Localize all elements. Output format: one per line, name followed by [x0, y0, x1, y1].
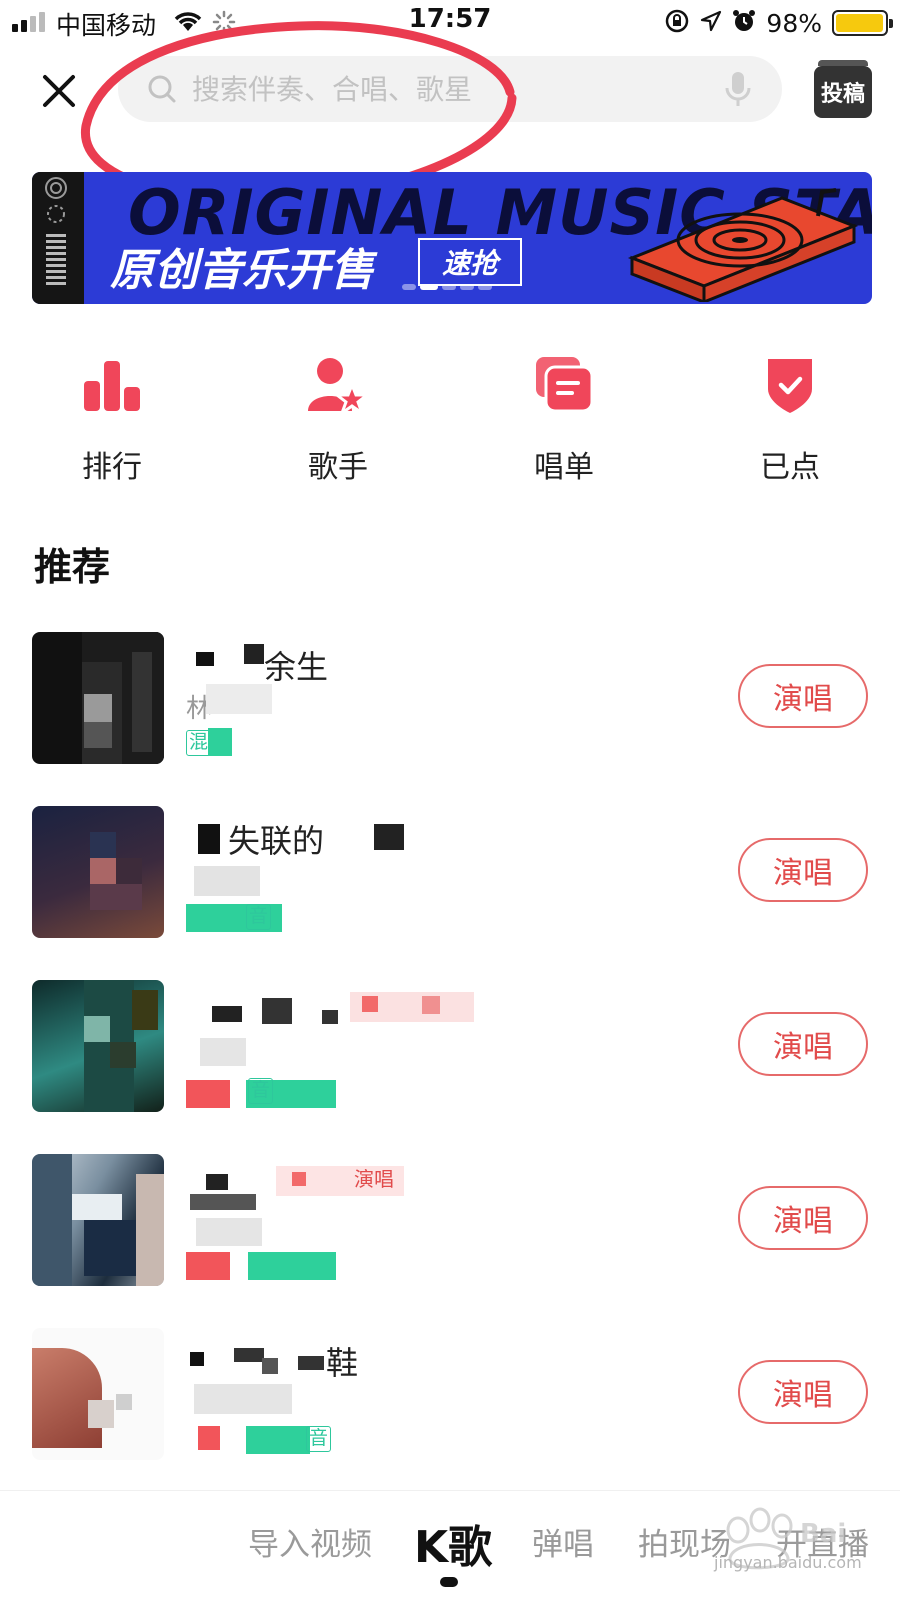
alarm-icon: [732, 9, 756, 37]
album-cover: [32, 806, 164, 938]
promo-banner[interactable]: ORIGINAL MUSIC STAR 原创音乐开售 速抢: [32, 172, 872, 304]
album-cover: [32, 1328, 164, 1460]
submit-button[interactable]: 投稿: [814, 60, 872, 118]
sing-button[interactable]: 演唱: [738, 1186, 868, 1250]
song-row[interactable]: 失联的 音 演唱: [0, 806, 900, 942]
search-icon: [146, 73, 178, 109]
song-badge: 演唱: [354, 1167, 394, 1191]
close-icon: [43, 75, 75, 107]
location-icon: [700, 10, 722, 36]
playlist-icon: [536, 357, 594, 413]
nav-item-ordered[interactable]: 已点: [710, 350, 870, 486]
svg-text:Bai: Bai: [800, 1519, 846, 1549]
song-row[interactable]: 鞋 音 演唱: [0, 1328, 900, 1464]
banner-dot[interactable]: [402, 284, 416, 290]
song-title: 失联的: [228, 822, 325, 860]
close-button[interactable]: [34, 66, 84, 116]
sing-button[interactable]: 演唱: [738, 664, 868, 728]
sing-button[interactable]: 演唱: [738, 1360, 868, 1424]
nav-item-singer[interactable]: 歌手: [258, 350, 418, 486]
song-badge: 音: [248, 1078, 274, 1104]
banner-tag: 速抢: [418, 238, 522, 286]
orientation-lock-icon: [664, 8, 690, 38]
album-cover: [32, 1154, 164, 1286]
song-title: 鞋: [326, 1344, 359, 1382]
quick-nav: 排行 歌手 唱单 已点: [0, 350, 900, 490]
banner-dot[interactable]: [442, 284, 456, 290]
nav-label: 排行: [82, 450, 142, 485]
search-input[interactable]: [192, 64, 672, 114]
album-cover: [32, 632, 164, 764]
singer-star-icon: [308, 358, 370, 415]
active-tab-indicator: [440, 1577, 458, 1587]
battery-icon: [832, 10, 893, 36]
battery-level-fill: [836, 14, 884, 32]
nav-label: 已点: [760, 450, 820, 485]
battery-percent: 98%: [766, 8, 822, 38]
section-title: 推荐: [34, 545, 111, 589]
sing-button[interactable]: 演唱: [738, 838, 868, 902]
song-row[interactable]: 演唱 演唱: [0, 1154, 900, 1290]
banner-dot[interactable]: [420, 284, 438, 290]
nav-label: 唱单: [534, 450, 594, 485]
banner-dot[interactable]: [478, 284, 492, 290]
nav-item-ranking[interactable]: 排行: [32, 350, 192, 486]
album-cover: [32, 980, 164, 1112]
checked-shield-icon: [768, 359, 812, 413]
turntable-graphic: [622, 182, 862, 304]
sing-button[interactable]: 演唱: [738, 1012, 868, 1076]
nav-label: 歌手: [308, 450, 368, 485]
tab-k-song[interactable]: K歌: [414, 1511, 492, 1575]
banner-speaker-graphic: [32, 172, 84, 304]
banner-title: 原创音乐开售: [110, 245, 374, 296]
tab-import-video[interactable]: 导入视频: [248, 1519, 372, 1564]
status-bar: 中国移动 17:57 98%: [0, 0, 900, 44]
banner-dot[interactable]: [460, 284, 474, 290]
song-row[interactable]: 音 演唱: [0, 980, 900, 1116]
song-badge: 音: [306, 1426, 332, 1452]
song-title: 余生: [264, 648, 329, 686]
search-box[interactable]: [118, 56, 782, 122]
tab-play-sing[interactable]: 弹唱: [532, 1519, 594, 1564]
mic-icon[interactable]: [724, 70, 752, 112]
nav-item-playlist[interactable]: 唱单: [484, 350, 644, 486]
watermark-text: jingyan.baidu.com: [714, 1553, 862, 1572]
banner-pagination: [402, 284, 492, 290]
song-badge: 音: [246, 904, 272, 930]
song-row[interactable]: 余生 林 混 演唱: [0, 632, 900, 768]
bar-chart-icon: [84, 361, 140, 411]
